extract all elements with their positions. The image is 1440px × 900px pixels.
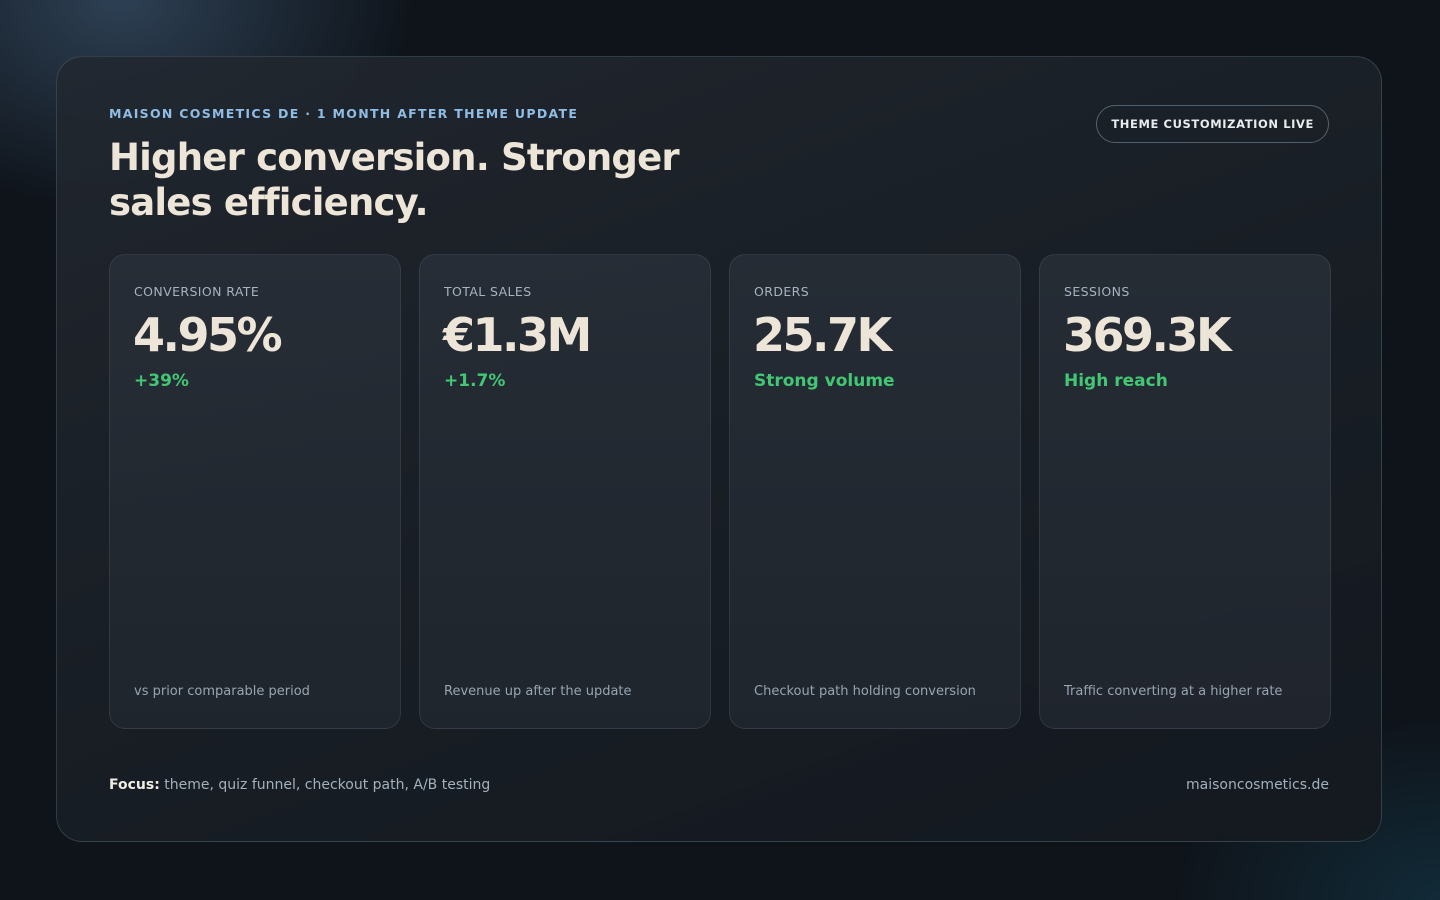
metric-footnote: vs prior comparable period (134, 684, 310, 699)
focus-label: Focus: (109, 777, 160, 793)
metric-value: 4.95% (133, 308, 283, 362)
metric-delta: +1.7% (444, 371, 506, 391)
site-url: maisoncosmetics.de (1186, 777, 1329, 793)
eyebrow-label: MAISON COSMETICS DE · 1 MONTH AFTER THEM… (109, 106, 579, 121)
status-badge: THEME CUSTOMIZATION LIVE (1096, 105, 1329, 143)
summary-panel: MAISON COSMETICS DE · 1 MONTH AFTER THEM… (56, 56, 1382, 842)
metric-value: 25.7K (753, 308, 892, 362)
metric-footnote: Revenue up after the update (444, 684, 632, 699)
metric-card-orders: ORDERS 25.7K Strong volume Checkout path… (729, 254, 1021, 729)
metric-card-total-sales: TOTAL SALES €1.3M +1.7% Revenue up after… (419, 254, 711, 729)
metric-cards: CONVERSION RATE 4.95% +39% vs prior comp… (109, 254, 1331, 729)
metric-delta: High reach (1064, 371, 1168, 391)
metric-card-sessions: SESSIONS 369.3K High reach Traffic conve… (1039, 254, 1331, 729)
metric-footnote: Checkout path holding conversion (754, 684, 976, 699)
metric-value: €1.3M (443, 308, 592, 362)
metric-delta: +39% (134, 371, 189, 391)
metric-label: TOTAL SALES (444, 284, 532, 299)
focus-note: Focus: theme, quiz funnel, checkout path… (109, 777, 490, 793)
focus-text: theme, quiz funnel, checkout path, A/B t… (164, 777, 491, 793)
metric-card-conversion-rate: CONVERSION RATE 4.95% +39% vs prior comp… (109, 254, 401, 729)
metric-footnote: Traffic converting at a higher rate (1064, 684, 1283, 699)
metric-label: CONVERSION RATE (134, 284, 260, 299)
metric-delta: Strong volume (754, 371, 895, 391)
page-title: Higher conversion. Stronger sales effici… (109, 136, 680, 224)
metric-value: 369.3K (1063, 308, 1232, 362)
metric-label: ORDERS (754, 284, 810, 299)
metric-label: SESSIONS (1064, 284, 1130, 299)
